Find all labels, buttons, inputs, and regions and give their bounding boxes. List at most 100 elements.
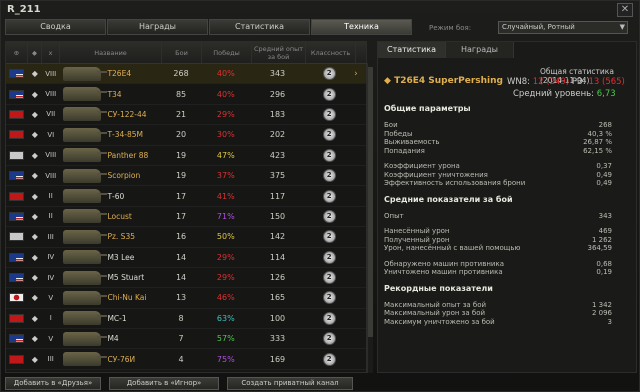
battles: 17 — [175, 191, 187, 201]
avg-exp: 114 — [269, 252, 286, 262]
window-title: R_211 — [7, 4, 41, 15]
win-rate: 47% — [216, 150, 235, 160]
mastery-badge: 2 — [304, 352, 354, 366]
win-rate: 63% — [216, 313, 235, 323]
vehicle-table: ⊕ ◆ x Название Бои Победы Средний опыт з… — [5, 41, 367, 373]
nation-flag — [6, 171, 28, 181]
mastery-badge: 2 — [304, 291, 354, 305]
win-rate: 75% — [216, 354, 235, 364]
avg-exp: 142 — [269, 232, 286, 242]
panel-tab-statistics[interactable]: Статистика — [378, 42, 446, 58]
tank-icon — [62, 290, 107, 305]
stat-label: Нанесённый урон — [384, 227, 450, 235]
avg-exp: 169 — [269, 354, 286, 364]
stat-value: 0,49 — [596, 179, 612, 187]
stat-value: 62,15 % — [583, 146, 612, 155]
stat-value: 26,87 % — [583, 138, 612, 146]
stat-value: 364,59 — [587, 244, 613, 252]
table-row[interactable]: ◆ III СУ-76И 4 75% 169 2 — [6, 349, 366, 370]
table-row[interactable]: ◆ VIII Panther 88 19 47% 423 2 — [6, 146, 366, 166]
mastery-badge: 2 — [304, 148, 354, 162]
stat-label: Уничтожено машин противника — [384, 268, 503, 276]
mastery-icon: 2 — [322, 87, 336, 101]
vehicle-type-icon: ◆ — [31, 354, 38, 364]
table-row[interactable]: ◆ IV M5 Stuart 14 29% 126 2 — [6, 268, 366, 289]
nation-flag — [6, 354, 28, 364]
win-rate: 29% — [216, 109, 235, 119]
win-rate: 29% — [216, 273, 235, 283]
nation-flag — [6, 130, 28, 140]
stat-label: Попадания — [384, 146, 425, 155]
stat-value: 1 342 — [591, 300, 612, 309]
table-row[interactable]: ◆ II Т-60 17 41% 117 2 — [6, 186, 366, 207]
table-row[interactable]: ◆ V M4 7 57% 333 2 — [6, 329, 366, 350]
stat-value: 469 — [598, 227, 612, 235]
table-row[interactable]: ◆ V Chi-Nu Kai 13 46% 165 2 — [6, 288, 366, 309]
type-sort-icon[interactable]: ◆ — [28, 42, 42, 63]
create-private-channel-button[interactable]: Создать приватный канал — [227, 377, 353, 390]
table-row[interactable]: ◆ IV M3 Lee 14 29% 114 2 — [6, 248, 366, 268]
tier: V — [48, 334, 54, 343]
vehicle-name: Chi-Nu Kai — [107, 293, 147, 303]
tank-image — [60, 127, 107, 142]
tab-statistics[interactable]: Статистика — [209, 19, 310, 35]
nation-flag — [6, 293, 28, 303]
header-mastery[interactable]: Классность — [306, 42, 356, 63]
table-row[interactable]: ◆ VI Т-34-85М 20 30% 202 2 — [6, 125, 366, 146]
table-row[interactable]: ◆ II Locust 17 71% 150 2 — [6, 207, 366, 228]
scrollbar[interactable] — [367, 63, 373, 373]
tank-icon — [62, 229, 107, 244]
stat-label: Максимальный урон за бой — [384, 309, 486, 317]
table-row[interactable]: ◆ VIII T26E4 268 40% 343 2 › — [6, 64, 366, 85]
section-title: Общие параметры — [384, 104, 471, 113]
mastery-badge: 2 — [304, 87, 354, 101]
header-battles[interactable]: Бои — [162, 42, 202, 63]
close-button[interactable]: ✕ — [617, 3, 633, 17]
vehicle-type-icon: ◆ — [31, 252, 38, 262]
flag-icon — [9, 334, 25, 344]
table-row[interactable]: ◆ VIII T34 85 40% 296 2 — [6, 84, 366, 105]
nation-sort-icon[interactable]: ⊕ — [6, 42, 28, 63]
header-name[interactable]: Название — [60, 42, 162, 63]
chevron-right-icon: › — [354, 68, 358, 79]
tier-sort-icon[interactable]: x — [42, 42, 60, 63]
tank-icon — [62, 148, 107, 163]
stat-row: Уничтожено машин противника 0,19 — [384, 268, 612, 276]
nation-flag — [6, 109, 28, 119]
vehicle-type-icon: ◆ — [31, 211, 38, 221]
window: R_211 ✕ Сводка Награды Статистика Техник… — [0, 0, 640, 392]
add-ignore-button[interactable]: Добавить в «Игнор» — [109, 377, 219, 390]
header-avg-exp[interactable]: Средний опыт за бой — [252, 42, 306, 63]
battles: 16 — [175, 232, 187, 242]
tier: VIII — [45, 69, 57, 78]
panel-tab-awards[interactable]: Награды — [446, 42, 514, 58]
tab-awards[interactable]: Награды — [107, 19, 208, 35]
tier: VI — [47, 130, 55, 139]
flag-icon — [9, 232, 25, 242]
tab-summary[interactable]: Сводка — [5, 19, 106, 35]
mastery-icon: 2 — [322, 311, 336, 325]
scrollbar-thumb[interactable] — [368, 67, 373, 337]
battle-mode-select[interactable]: Случайный, Ротный ▼ — [498, 21, 628, 34]
average-level: Средний уровень: 6,73 — [513, 89, 616, 99]
tab-vehicles[interactable]: Техника — [311, 19, 412, 35]
tier: V — [48, 293, 54, 302]
table-row[interactable]: ◆ VIII Scorpion 19 37% 375 2 — [6, 166, 366, 187]
table-row[interactable]: ◆ VII СУ-122-44 21 29% 183 2 — [6, 105, 366, 126]
add-friend-button[interactable]: Добавить в «Друзья» — [5, 377, 101, 390]
tank-image — [60, 148, 107, 163]
table-row[interactable]: ◆ I МС-1 8 63% 100 2 — [6, 309, 366, 330]
action-bar: Добавить в «Друзья» Добавить в «Игнор» С… — [5, 377, 361, 390]
nation-flag — [6, 69, 28, 79]
avg-exp: 296 — [269, 89, 286, 99]
stat-row: Бои 268 — [384, 121, 612, 129]
vehicle-type-icon: ◆ — [31, 313, 38, 323]
stat-value: 0,49 — [596, 170, 612, 179]
avg-exp: 126 — [269, 273, 286, 283]
table-row[interactable]: ◆ III Pz. S35 16 50% 142 2 — [6, 227, 366, 248]
stat-row: Победы 40,3 % — [384, 130, 612, 138]
tank-image — [60, 66, 107, 81]
tank-icon — [62, 311, 107, 326]
header-wins[interactable]: Победы — [202, 42, 252, 63]
tank-image — [60, 352, 107, 367]
